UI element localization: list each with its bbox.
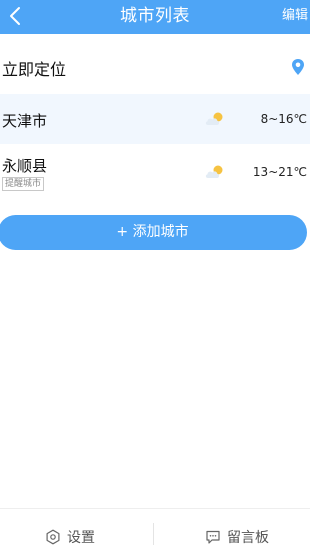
bottom-bar: 设置 留言板 — [0, 508, 310, 549]
settings-tab[interactable]: 设置 — [45, 527, 95, 547]
temperature-range: 13~21℃ — [252, 165, 307, 179]
partly-cloudy-icon — [204, 111, 226, 127]
edit-button[interactable]: 编辑 — [282, 0, 308, 34]
partly-cloudy-icon — [204, 164, 226, 180]
reminder-city-badge: 提醒城市 — [2, 177, 45, 191]
app-header: 城市列表 编辑 — [0, 0, 310, 34]
city-name: 永顺县 — [2, 157, 48, 175]
city-row-tianjin[interactable]: 天津市 8~16℃ — [0, 94, 310, 144]
message-board-tab[interactable]: 留言板 — [205, 527, 269, 547]
message-icon — [205, 529, 221, 545]
city-name: 天津市 — [2, 112, 48, 130]
city-row-yongshun[interactable]: 永顺县 提醒城市 13~21℃ — [0, 145, 310, 197]
temperature-range: 8~16℃ — [260, 112, 307, 126]
settings-label: 设置 — [67, 530, 95, 546]
city-list-screen: 城市列表 编辑 立即定位 天津市 8~16℃ 永顺县 提醒城市 13~21℃ +… — [0, 0, 310, 549]
gear-icon — [45, 529, 61, 545]
page-title: 城市列表 — [120, 6, 190, 26]
locate-now-row[interactable]: 立即定位 — [0, 42, 310, 92]
add-city-button[interactable]: + 添加城市 — [0, 215, 307, 250]
bottom-divider — [153, 523, 154, 545]
location-pin-icon[interactable] — [290, 58, 306, 76]
locate-now-label: 立即定位 — [2, 60, 67, 79]
message-board-label: 留言板 — [227, 530, 269, 546]
